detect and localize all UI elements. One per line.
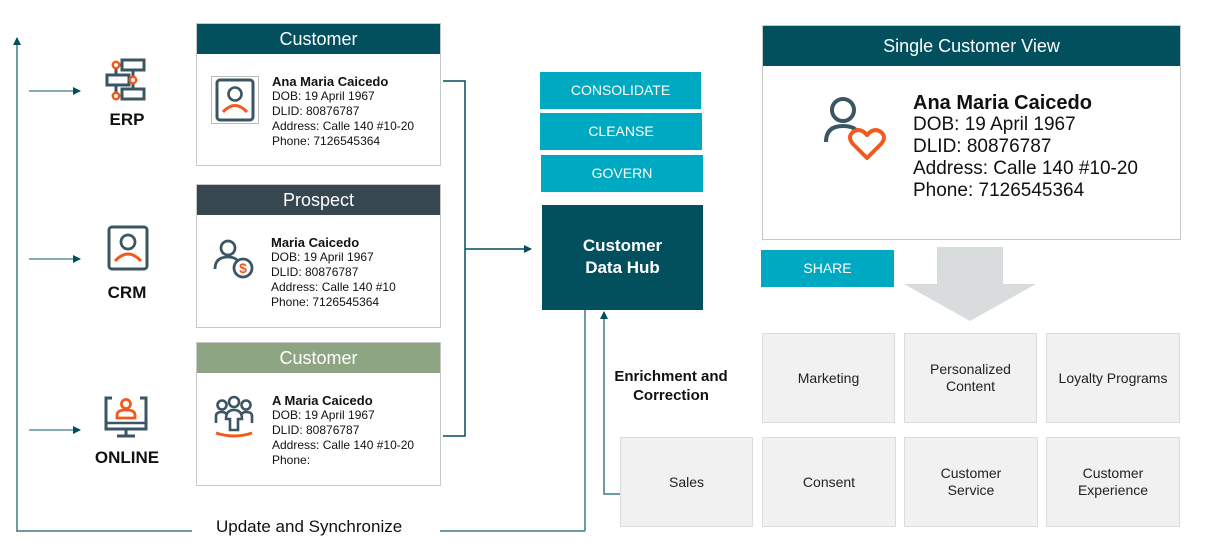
- single-view-address: Address: Calle 140 #10-20: [913, 158, 1138, 179]
- use-case-label: Marketing: [797, 369, 860, 386]
- org-chart-icon: [105, 58, 146, 101]
- use-case-label-2: Experience: [1077, 482, 1149, 498]
- share-down-arrow: [904, 247, 1036, 321]
- record-address: Address: Calle 140 #10: [271, 280, 396, 294]
- enrichment-label: Enrichment and Correction: [606, 367, 736, 405]
- record-card-crm: Prospect $ Maria Caicedo DOB: 19 April 1…: [196, 184, 441, 328]
- record-dob: DOB: 19 April 1967: [272, 408, 375, 422]
- record-details: A Maria Caicedo DOB: 19 April 1967 DLID:…: [272, 393, 414, 468]
- process-govern: GOVERN: [541, 155, 703, 192]
- contact-card-icon: [211, 76, 259, 124]
- use-case-tile: Customer Service: [904, 437, 1038, 527]
- process-consolidate: CONSOLIDATE: [540, 72, 701, 109]
- hub-title-line2: Data Hub: [585, 258, 660, 277]
- record-dlid: DLID: 80876787: [272, 104, 360, 118]
- record-card-erp: Customer Ana Maria Caicedo DOB: 19 April…: [196, 23, 441, 166]
- user-heart-icon: [824, 97, 886, 160]
- use-case-label: Customer: [940, 465, 1002, 481]
- use-case-label-2: Service: [947, 482, 995, 498]
- record-dlid: DLID: 80876787: [271, 265, 359, 279]
- hub-title-line1: Customer: [582, 236, 663, 255]
- share-label: SHARE: [761, 250, 894, 287]
- single-view-title: Single Customer View: [763, 26, 1180, 66]
- single-customer-view: Single Customer View Ana Maria Caicedo D…: [762, 25, 1181, 240]
- monitor-user-icon: [104, 396, 148, 438]
- process-cleanse: CLEANSE: [540, 113, 702, 150]
- record-card-online: Customer A Maria Caicedo DOB: 19 April 1…: [196, 342, 441, 486]
- record-name: A Maria Caicedo: [272, 393, 373, 408]
- record-address: Address: Calle 140 #10-20: [272, 438, 415, 452]
- svg-text:$: $: [239, 260, 247, 276]
- single-view-name: Ana Maria Caicedo: [913, 92, 1092, 114]
- records-bracket: [443, 80, 466, 437]
- enrichment-line1: Enrichment and: [614, 368, 728, 385]
- single-view-details: Ana Maria Caicedo DOB: 19 April 1967 DLI…: [913, 92, 1138, 202]
- enrichment-line2: Correction: [633, 387, 709, 404]
- use-case-label: Loyalty Programs: [1058, 369, 1168, 386]
- use-case-label: Sales: [668, 473, 705, 490]
- use-case-tile: Marketing: [762, 333, 895, 423]
- record-name: Maria Caicedo: [271, 235, 360, 250]
- record-phone: Phone:: [272, 453, 311, 467]
- use-case-tile: Loyalty Programs: [1046, 333, 1180, 423]
- use-case-label: Customer: [1082, 465, 1144, 481]
- user-dollar-icon: $: [213, 239, 254, 279]
- single-view-phone: Phone: 7126545364: [913, 180, 1085, 201]
- use-case-tile: Customer Experience: [1046, 437, 1180, 527]
- single-view-dob: DOB: 19 April 1967: [913, 114, 1076, 135]
- single-view-dlid: DLID: 80876787: [913, 136, 1052, 157]
- record-dlid: DLID: 80876787: [272, 423, 360, 437]
- sync-label: Update and Synchronize: [208, 517, 411, 537]
- record-card-header: Customer: [197, 343, 440, 373]
- user-group-icon: [214, 395, 254, 438]
- use-case-label: Personalized: [930, 361, 1011, 377]
- record-details: Ana Maria Caicedo DOB: 19 April 1967 DLI…: [272, 74, 414, 149]
- use-case-tile: Consent: [762, 437, 896, 527]
- source-label-online: ONLINE: [94, 448, 160, 467]
- record-phone: Phone: 7126545364: [272, 134, 381, 148]
- source-label-crm: CRM: [107, 283, 147, 302]
- record-card-header: Customer: [197, 24, 440, 54]
- record-name: Ana Maria Caicedo: [272, 74, 389, 89]
- record-details: Maria Caicedo DOB: 19 April 1967 DLID: 8…: [271, 235, 396, 310]
- record-address: Address: Calle 140 #10-20: [272, 119, 415, 133]
- use-case-label: Consent: [802, 473, 856, 490]
- use-case-tile: Sales: [620, 437, 753, 527]
- customer-data-hub: Customer Data Hub: [542, 205, 703, 310]
- record-dob: DOB: 19 April 1967: [271, 250, 374, 264]
- record-dob: DOB: 19 April 1967: [272, 89, 375, 103]
- source-label-erp: ERP: [109, 110, 145, 129]
- use-case-label-2: Content: [945, 378, 996, 394]
- use-case-tile: Personalized Content: [904, 333, 1037, 423]
- record-card-header: Prospect: [197, 185, 440, 215]
- contact-card-icon: [107, 225, 149, 271]
- record-phone: Phone: 7126545364: [271, 295, 380, 309]
